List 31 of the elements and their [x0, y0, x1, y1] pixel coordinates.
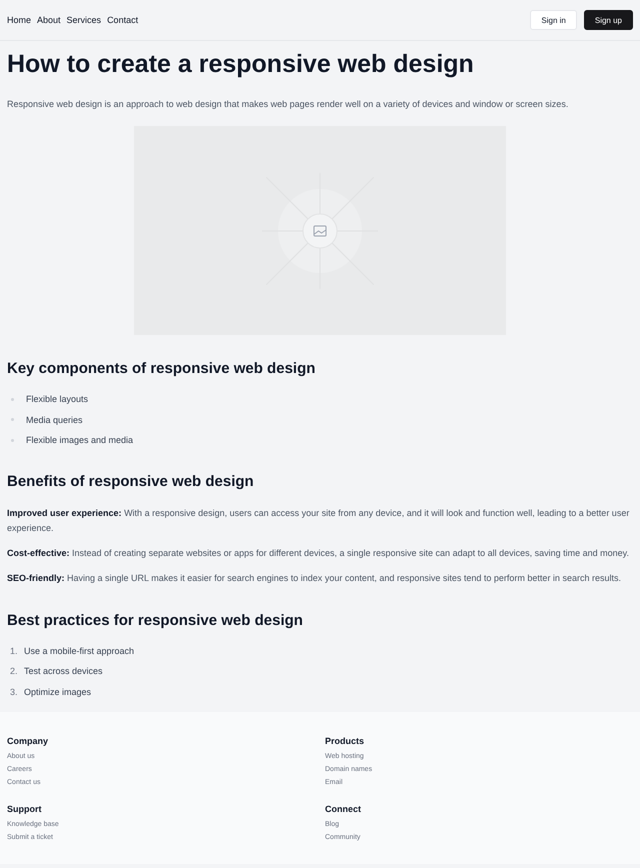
benefit-text: Improved user experience: With a responsive design, users can access your site from any device, and it will look and function well, leading to a better user experience.	[7, 506, 630, 535]
list-item: Use a mobile-first approach	[24, 644, 134, 657]
list-number: 3.	[9, 686, 19, 698]
bullet-icon	[11, 398, 14, 401]
list-number: 1.	[9, 644, 19, 657]
nav-link[interactable]: Home	[7, 15, 32, 25]
nav-link[interactable]: About	[37, 15, 61, 25]
bullet-icon	[11, 418, 14, 422]
list-item: Test across devices	[24, 665, 103, 678]
page-title: How to create a responsive web design	[7, 49, 475, 80]
benefit-text: SEO-friendly: Having a single URL makes it easier for search engines to index your content, and responsive sites tend to perform better in search results.	[7, 572, 622, 585]
section-heading: Best practices for responsive web design	[7, 610, 304, 630]
footer-heading: Connect	[325, 803, 362, 815]
list-item: Optimize images	[24, 686, 92, 698]
intro-text: Responsive web design is an approach to web design that makes web pages render well on a variety of devices and window or screen sizes.	[7, 98, 570, 111]
list-number: 2.	[9, 665, 19, 678]
sign-up-button[interactable]: Sign up	[584, 10, 633, 30]
footer-heading: Company	[7, 735, 50, 747]
nav-link[interactable]: Services	[66, 15, 102, 25]
benefit-text: Cost-effective: Instead of creating separate websites or apps for different devices, a single responsive site can adapt to all devices, saving time and money.	[7, 546, 630, 560]
footer-heading: Support	[7, 803, 42, 815]
sign-in-button[interactable]: Sign in	[530, 10, 577, 30]
bullet-icon	[11, 438, 14, 442]
list-item: Flexible layouts	[26, 393, 88, 406]
list-item: Media queries	[26, 414, 83, 426]
list-item: Flexible images and media	[26, 434, 134, 446]
section-heading: Benefits of responsive web design	[7, 472, 255, 492]
image-icon	[314, 226, 326, 236]
footer-heading: Products	[325, 735, 366, 747]
nav-link[interactable]: Contact	[107, 15, 138, 25]
section-heading: Key components of responsive web design	[7, 359, 316, 379]
